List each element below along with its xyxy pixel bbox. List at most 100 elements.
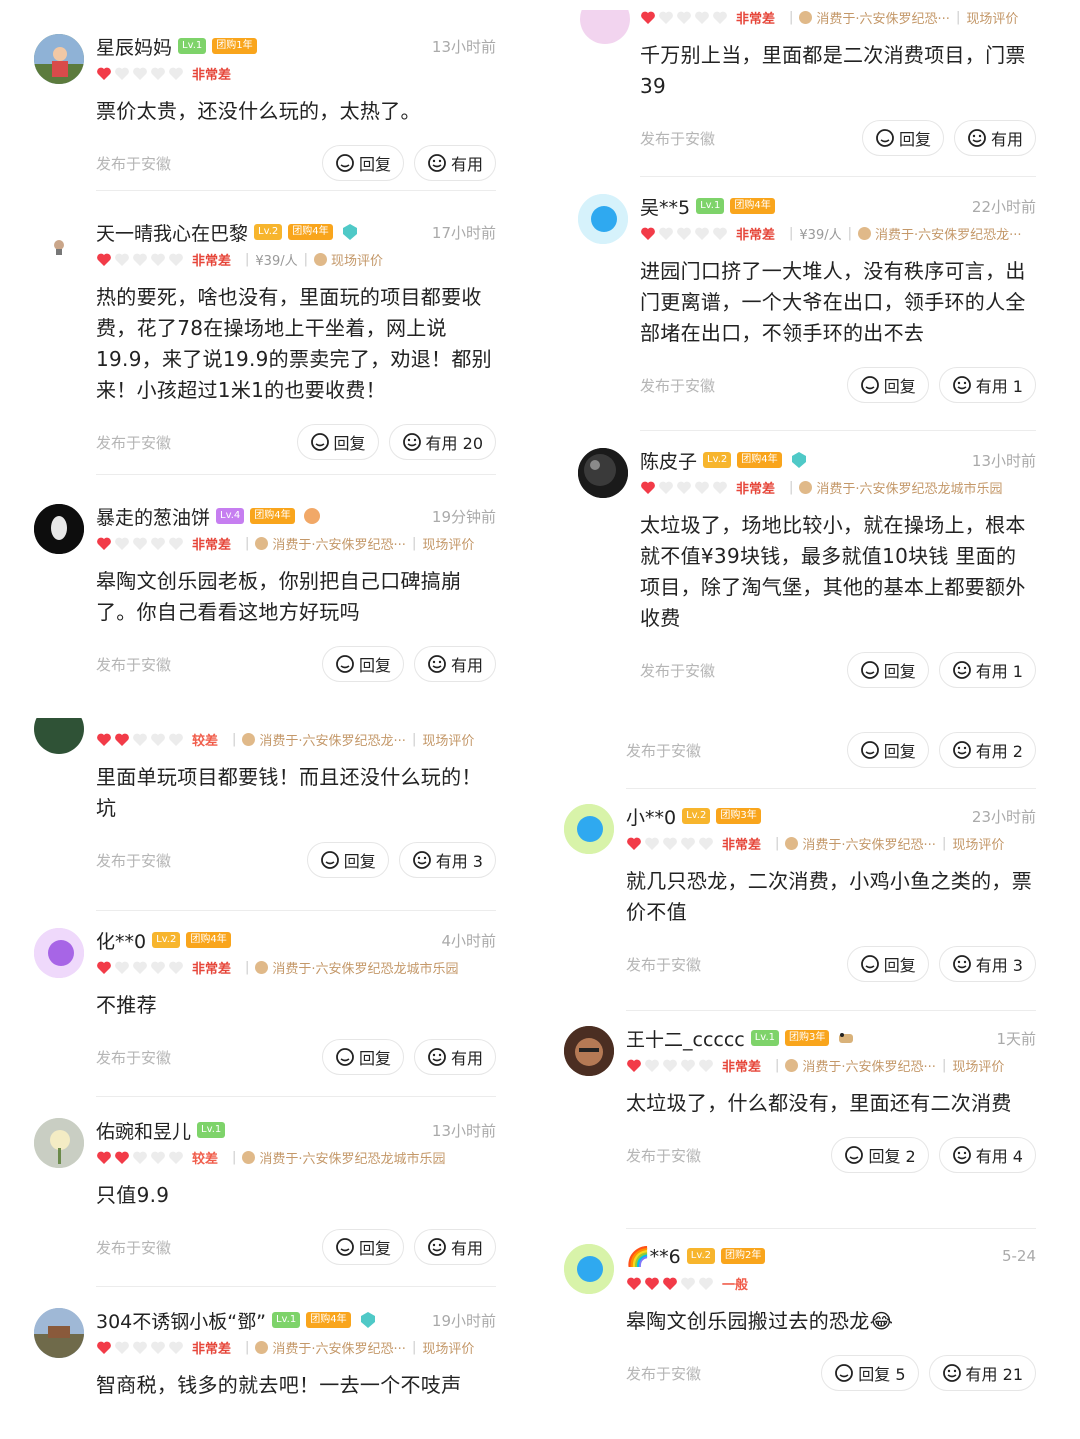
store-name[interactable]: 消费于·六安侏罗纪恐··· <box>785 834 936 853</box>
star-rating <box>640 480 730 495</box>
useful-button[interactable]: 有用 3 <box>938 946 1036 982</box>
reply-button[interactable]: 回复 <box>321 1039 404 1075</box>
reply-button[interactable]: 回复 <box>306 842 389 878</box>
heart-empty-icon <box>713 11 727 24</box>
username[interactable]: 暴走的葱油饼 <box>96 503 210 530</box>
heart-empty-icon <box>133 1151 147 1164</box>
store-name[interactable]: 消费于·六安侏罗纪恐··· <box>255 1338 406 1357</box>
heart-empty-icon <box>115 253 129 266</box>
useful-button[interactable]: 有用 20 <box>388 424 496 460</box>
reply-button[interactable]: 回复 <box>861 120 944 156</box>
meta-separator: | <box>847 225 852 241</box>
useful-button[interactable]: 有用 <box>413 1039 496 1075</box>
heart-filled-icon <box>97 253 111 266</box>
store-name[interactable]: 消费于·六安侏罗纪恐龙城市乐园 <box>799 478 1003 497</box>
heart-empty-icon <box>169 253 183 266</box>
review-body: 暴走的葱油饼 Lv.4 团购4年 19分钟前 非常差 | 消费于·六安侏罗纪恐·… <box>96 502 496 686</box>
meta-separator: | <box>941 1057 947 1073</box>
heart-empty-icon <box>699 1059 713 1072</box>
seal-icon <box>799 10 813 24</box>
username[interactable]: 王十二_ccccc <box>626 1025 745 1052</box>
store-name[interactable]: 消费于·六安侏罗纪恐··· <box>255 534 406 553</box>
level-badge: Lv.2 <box>682 808 711 824</box>
store-name[interactable]: 消费于·六安侏罗纪恐龙··· <box>242 730 406 749</box>
store-name[interactable]: 消费于·六安侏罗纪恐龙城市乐园 <box>242 1148 446 1167</box>
username[interactable]: 化**0 <box>96 927 146 954</box>
username[interactable]: 304不诱钢小板“鄧” <box>96 1307 266 1334</box>
heart-empty-icon <box>151 253 165 266</box>
username[interactable]: 佑豌和昱儿 <box>96 1117 191 1144</box>
heart-filled-icon <box>97 733 111 746</box>
meta-separator: | <box>245 1339 250 1355</box>
avatar[interactable] <box>34 34 84 84</box>
rating-text: 较差 <box>192 733 219 749</box>
reply-button[interactable]: 回复 <box>846 732 929 768</box>
avatar[interactable] <box>34 1308 84 1358</box>
review-text: 太垃圾了，什么都没有，里面还有二次消费 <box>626 1091 1012 1115</box>
star-rating <box>96 732 186 747</box>
avatar[interactable] <box>578 194 628 244</box>
star-rating <box>626 836 716 851</box>
avatar[interactable] <box>34 718 84 754</box>
useful-button[interactable]: 有用 3 <box>398 842 496 878</box>
screenshot-panel: 较差 | 消费于·六安侏罗纪恐龙··· | 现场评价 里面单玩项目都要钱！而且还… <box>24 718 520 1438</box>
avatar[interactable] <box>564 804 614 854</box>
screenshot-panel: 非常差 | 消费于·六安侏罗纪恐··· | 现场评价 千万别上当，里面都是二次消… <box>552 10 1060 710</box>
reply-button[interactable]: 回复 <box>321 646 404 682</box>
reply-button[interactable]: 回复 2 <box>831 1137 929 1173</box>
meta-separator: | <box>245 959 250 975</box>
reply-button[interactable]: 回复 <box>296 424 379 460</box>
username[interactable]: 陈皮子 <box>640 447 697 474</box>
sheep-medal-icon <box>837 1029 855 1047</box>
avatar[interactable] <box>34 928 84 978</box>
star-rating <box>640 10 730 25</box>
avatar[interactable] <box>580 10 630 44</box>
username[interactable]: 小**0 <box>626 803 676 830</box>
useful-button[interactable]: 有用 <box>413 145 496 181</box>
avatar[interactable] <box>578 448 628 498</box>
level-badge: Lv.1 <box>696 198 725 214</box>
avatar[interactable] <box>34 504 84 554</box>
review-text: 智商税，钱多的就去吧！一去一个不吱声 <box>96 1373 462 1397</box>
post-location: 发布于安徽 <box>626 1146 702 1165</box>
avatar[interactable] <box>564 1026 614 1076</box>
star-rating <box>96 536 186 551</box>
store-name[interactable]: 消费于·六安侏罗纪恐··· <box>785 1056 936 1075</box>
useful-button[interactable]: 有用 4 <box>938 1137 1036 1173</box>
reply-button[interactable]: 回复 <box>846 367 929 403</box>
avatar[interactable] <box>34 220 84 270</box>
reply-button[interactable]: 回复 <box>321 145 404 181</box>
meta-separator: | <box>411 535 417 551</box>
useful-button[interactable]: 有用 <box>953 120 1036 156</box>
username[interactable]: 🌈**6 <box>626 1245 681 1268</box>
reply-button[interactable]: 回复 <box>846 652 929 688</box>
useful-button[interactable]: 有用 1 <box>938 652 1036 688</box>
smile-icon <box>412 851 431 869</box>
heart-filled-icon <box>97 961 111 974</box>
useful-button[interactable]: 有用 2 <box>938 732 1036 768</box>
store-name[interactable]: 消费于·六安侏罗纪恐··· <box>799 10 950 27</box>
reply-button[interactable]: 回复 <box>321 1229 404 1265</box>
heart-empty-icon <box>115 537 129 550</box>
price-per-person: ¥39/人 <box>799 227 842 243</box>
username[interactable]: 天一晴我心在巴黎 <box>96 219 248 246</box>
smile-icon <box>952 661 971 679</box>
smile-icon <box>952 1146 971 1164</box>
comment-icon <box>860 661 879 679</box>
username[interactable]: 星辰妈妈 <box>96 33 172 60</box>
post-time: 19分钟前 <box>431 507 496 526</box>
reply-button[interactable]: 回复 5 <box>821 1355 919 1391</box>
avatar[interactable] <box>564 1244 614 1294</box>
useful-button[interactable]: 有用 <box>413 646 496 682</box>
store-name[interactable]: 消费于·六安侏罗纪恐龙城市乐园 <box>255 958 459 977</box>
heart-empty-icon <box>681 1277 695 1290</box>
useful-button[interactable]: 有用 <box>413 1229 496 1265</box>
rating-text: 非常差 <box>192 1341 232 1357</box>
username[interactable]: 吴**5 <box>640 193 690 220</box>
useful-button[interactable]: 有用 21 <box>928 1355 1036 1391</box>
store-name[interactable]: 消费于·六安侏罗纪恐龙··· <box>858 224 1022 243</box>
avatar[interactable] <box>34 1118 84 1168</box>
useful-button[interactable]: 有用 1 <box>938 367 1036 403</box>
review-body: 小**0 Lv.2 团购3年 23小时前 非常差 | 消费于·六安侏罗纪恐···… <box>626 802 1036 986</box>
reply-button[interactable]: 回复 <box>846 946 929 982</box>
